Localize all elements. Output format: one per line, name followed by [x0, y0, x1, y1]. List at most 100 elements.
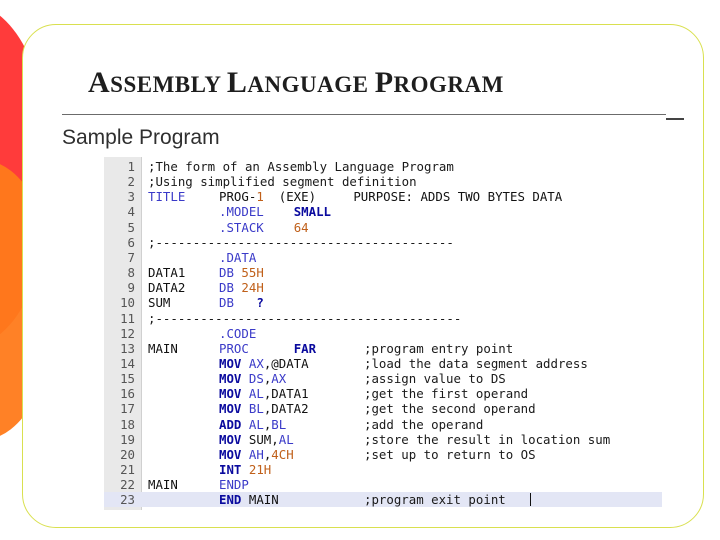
line-number: 3	[127, 189, 135, 205]
code-token: DB	[219, 265, 234, 281]
code-line: 1 ;The form of an Assembly Language Progr…	[104, 159, 664, 174]
code-token: DS	[248, 371, 264, 387]
code-token: MOV	[219, 446, 242, 462]
code-token: 24H	[241, 280, 264, 296]
line-number: 17	[120, 401, 135, 417]
title-divider-tick	[666, 118, 684, 120]
code-line: 7 .DATA	[104, 250, 664, 265]
line-number: 14	[120, 355, 135, 371]
line-number: 23	[120, 492, 135, 508]
line-number: 8	[127, 265, 135, 281]
code-token: ;get the first operand	[364, 386, 529, 402]
line-number: 16	[120, 386, 135, 402]
line-number: 19	[120, 431, 135, 447]
code-line: 3 TITLE PROG- 1 (EXE) PURPOSE: ADDS TWO BYT…	[104, 189, 664, 204]
code-token: ;get the second operand	[364, 401, 536, 417]
code-token: ,	[263, 371, 272, 387]
code-token: MOV	[219, 401, 242, 417]
code-token: SMALL	[293, 204, 331, 220]
code-token: 1	[256, 189, 264, 205]
code-token: 55H	[241, 265, 264, 281]
code-token: ,@DATA	[263, 355, 309, 371]
code-token: ?	[256, 295, 264, 311]
line-number: 7	[127, 249, 135, 265]
code-editor: 1 ;The form of an Assembly Language Progr…	[104, 157, 664, 510]
code-token: AX	[248, 355, 264, 371]
code-token: .STACK	[219, 219, 264, 235]
code-token: BL	[248, 401, 264, 417]
code-token: DATA1	[148, 265, 186, 281]
line-number: 21	[120, 462, 135, 477]
code-token: ;add the operand	[364, 416, 484, 432]
code-line: 15 MOV DS, AX ;assign value to DS	[104, 371, 664, 386]
code-line: 10 SUM DB?	[104, 295, 664, 310]
line-number: 11	[120, 310, 135, 326]
line-number: 10	[120, 295, 135, 311]
line-number: 22	[120, 477, 135, 493]
code-token: SUM,	[248, 431, 279, 447]
subtitle: Sample Program	[62, 126, 220, 149]
code-token: FAR	[293, 340, 317, 356]
code-line: 22 MAIN ENDP	[104, 477, 664, 492]
code-token: MOV	[219, 431, 242, 447]
code-token: TITLE	[148, 189, 186, 205]
code-token: SUM	[148, 295, 171, 311]
code-token: MOV	[219, 386, 242, 402]
code-line: 14 MOV AX ,@DATA ;load the data segment addr…	[104, 356, 664, 371]
line-number: 9	[127, 280, 135, 296]
code-line: 9 DATA2 DB 24H	[104, 280, 664, 295]
line-number: 1	[127, 159, 135, 174]
code-token: AL	[278, 431, 294, 447]
code-token: ,DATA1	[263, 386, 309, 402]
code-line: 16 MOV AL ,DATA1 ;get the first operand	[104, 386, 664, 401]
code-token: .CODE	[219, 325, 257, 341]
code-line: 18 ADD AL, BL ;add the operand	[104, 417, 664, 432]
line-number: 6	[127, 234, 135, 250]
code-token: DB	[219, 280, 234, 296]
code-token: ;---------------------------------------…	[148, 310, 462, 326]
code-token: ;assign value to DS	[364, 371, 506, 387]
line-number: 13	[120, 340, 135, 356]
line-number: 18	[120, 416, 135, 432]
code-token: ,DATA2	[263, 401, 309, 417]
code-token: .DATA	[219, 249, 257, 265]
code-token: ;store the result in location sum	[364, 431, 611, 447]
code-token: ENDP	[219, 477, 249, 493]
code-token: AX	[271, 371, 287, 387]
title-part: ROGRAM	[393, 72, 504, 97]
code-token: .MODEL	[219, 204, 264, 220]
code-token: MOV	[219, 371, 242, 387]
code-token: MOV	[219, 355, 242, 371]
code-line: 20 MOV AH, 4CH ;set up to return to OS	[104, 447, 664, 462]
code-line: 4 .MODEL SMALL	[104, 204, 664, 219]
code-token: BL	[271, 416, 287, 432]
code-token: ;program exit point	[364, 492, 506, 508]
code-token: 4CH	[271, 446, 294, 462]
code-token: INT	[219, 462, 242, 477]
title-part: L	[226, 66, 248, 99]
line-number: 20	[120, 446, 135, 462]
code-line: 19 MOV SUM, AL ;store the result in location…	[104, 432, 664, 447]
code-token: ;---------------------------------------…	[148, 234, 454, 250]
code-token: ;Using simplified segment definition	[148, 174, 417, 190]
code-token: ;The form of an Assembly Language Progra…	[148, 159, 454, 174]
code-line: 23 END MAIN ;program exit point	[104, 492, 662, 508]
code-token: DATA2	[148, 280, 186, 296]
line-number: 12	[120, 325, 135, 341]
code-token: ,	[263, 416, 272, 432]
code-token: AH	[248, 446, 264, 462]
code-line: 5 .STACK 64	[104, 220, 664, 235]
code-token: MAIN	[148, 340, 178, 356]
title-part: SSEMBLY	[110, 72, 227, 97]
code-token: ;load the data segment address	[364, 355, 588, 371]
code-line: 13 MAIN PROC FAR ;program entry point	[104, 341, 664, 356]
line-number: 15	[120, 371, 135, 387]
code-line: 2 ;Using simplified segment definition	[104, 174, 664, 189]
code-line: 11 ;-------------------------------------…	[104, 311, 664, 326]
title-part: ANGUAGE	[247, 72, 375, 97]
line-number: 4	[127, 204, 135, 220]
code-token: PROC	[219, 340, 249, 356]
code-line: 12 .CODE	[104, 326, 664, 341]
code-token: END	[219, 492, 242, 508]
title-part: P	[374, 66, 394, 99]
